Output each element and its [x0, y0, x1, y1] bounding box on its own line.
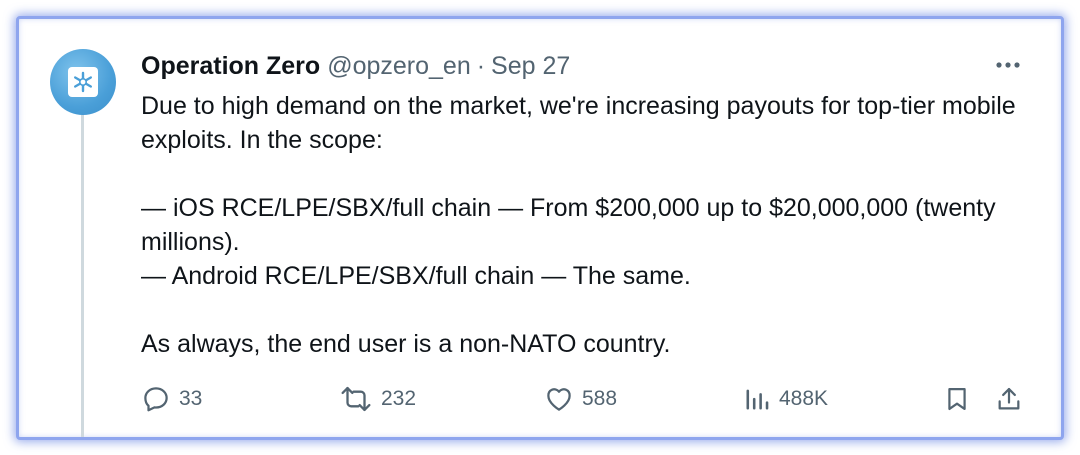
heart-icon	[547, 388, 571, 411]
views-button[interactable]: 488K	[743, 381, 828, 417]
retweet-button[interactable]: 232	[339, 381, 416, 417]
tweet-actions: 33 232 588 488K	[141, 381, 1031, 417]
share-button[interactable]	[995, 381, 1023, 417]
tweet-card: Operation Zero @opzero_en · Sep 27 Due t…	[16, 16, 1064, 440]
separator-dot: ·	[476, 52, 486, 80]
tweet-text-closing: As always, the end user is a non-NATO co…	[141, 330, 671, 358]
share-icon	[998, 387, 1020, 410]
more-horizontal-icon	[996, 62, 1020, 68]
reply-count: 33	[179, 387, 203, 410]
tweet-text-android: — Android RCE/LPE/SBX/full chain — The s…	[141, 262, 691, 290]
bookmark-icon	[948, 387, 966, 411]
views-icon	[746, 389, 769, 410]
tweet-text-intro: Due to high demand on the market, we're …	[141, 92, 1023, 154]
like-count: 588	[582, 387, 618, 410]
tweet-header: Operation Zero @opzero_en · Sep 27	[141, 49, 570, 83]
snowflake-logo-icon	[68, 67, 98, 97]
author-name[interactable]: Operation Zero	[141, 49, 320, 83]
more-options-button[interactable]	[992, 53, 1024, 77]
retweet-icon	[341, 386, 371, 412]
tweet-text-ios: — iOS RCE/LPE/SBX/full chain — From $200…	[141, 194, 1003, 256]
bookmark-button[interactable]	[943, 381, 971, 417]
reply-icon	[144, 387, 168, 412]
tweet-body: Due to high demand on the market, we're …	[141, 89, 1031, 361]
tweet-date[interactable]: Sep 27	[491, 49, 570, 83]
like-button[interactable]: 588	[544, 381, 617, 417]
avatar[interactable]	[50, 49, 116, 115]
views-count: 488K	[779, 387, 829, 410]
reply-button[interactable]: 33	[141, 381, 202, 417]
author-handle[interactable]: @opzero_en	[327, 49, 471, 83]
retweet-count: 232	[381, 387, 417, 410]
thread-line	[81, 111, 84, 437]
